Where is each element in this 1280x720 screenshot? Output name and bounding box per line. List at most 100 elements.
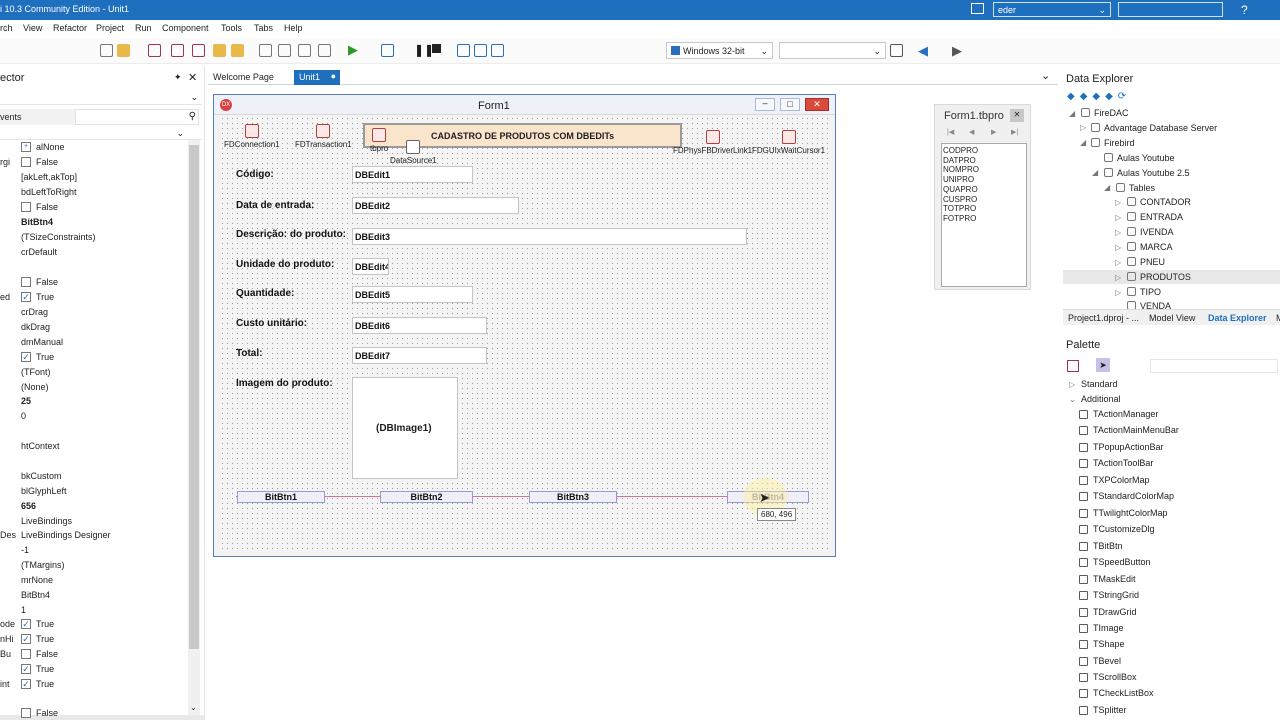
- prop-value[interactable]: True: [36, 679, 54, 689]
- run-without-debug-icon[interactable]: [381, 44, 394, 57]
- checkbox[interactable]: [21, 708, 31, 718]
- checkbox-checked[interactable]: ✓: [21, 664, 31, 674]
- tree-table[interactable]: IVENDA: [1127, 227, 1174, 237]
- collapse-icon[interactable]: ◢: [1092, 168, 1098, 177]
- collapse-icon[interactable]: ⌄: [1069, 395, 1076, 404]
- open-project-icon[interactable]: [213, 44, 226, 57]
- palette-item[interactable]: TCustomizeDlg: [1093, 524, 1155, 534]
- palette-item[interactable]: TBevel: [1093, 656, 1121, 666]
- prop-value[interactable]: BitBtn4: [21, 217, 53, 227]
- checkbox[interactable]: [21, 157, 31, 167]
- palette-item[interactable]: TMaskEdit: [1093, 574, 1136, 584]
- form-client-area[interactable]: [220, 116, 831, 552]
- save-all-icon[interactable]: [171, 44, 184, 57]
- dbedit-custo[interactable]: DBEdit6: [352, 317, 487, 334]
- prop-value[interactable]: blGlyphLeft: [21, 486, 67, 496]
- field-item[interactable]: TOTPRO: [943, 204, 1026, 214]
- palette-item[interactable]: TActionToolBar: [1093, 458, 1153, 468]
- tab-data-explorer[interactable]: Data Explorer: [1208, 313, 1267, 323]
- palette-item[interactable]: TStandardColorMap: [1093, 491, 1174, 501]
- pin-icon[interactable]: ✦: [174, 72, 182, 83]
- tabs-dropdown-icon[interactable]: ⌄: [1041, 69, 1050, 82]
- prop-value[interactable]: LiveBindings Designer: [21, 530, 111, 540]
- dbedit-codigo[interactable]: DBEdit1: [352, 166, 473, 183]
- palette-item[interactable]: TActionManager: [1093, 409, 1158, 419]
- prop-value[interactable]: False: [36, 708, 58, 718]
- field-item[interactable]: UNIPRO: [943, 175, 1026, 185]
- close-icon[interactable]: ✕: [188, 71, 197, 84]
- menu-tools[interactable]: Tools: [221, 23, 242, 33]
- palette-item[interactable]: TTwilightColorMap: [1093, 508, 1168, 518]
- collapse-icon[interactable]: ◢: [1069, 109, 1075, 118]
- field-item[interactable]: NOMPRO: [943, 165, 1026, 175]
- next-record-icon[interactable]: ▶: [991, 128, 996, 136]
- view-unit-icon[interactable]: [298, 44, 311, 57]
- minimize-icon[interactable]: –: [755, 98, 775, 111]
- tree-ads[interactable]: Advantage Database Server: [1091, 123, 1217, 133]
- close-icon[interactable]: ✕: [805, 98, 829, 111]
- run-icon[interactable]: ▶: [348, 42, 358, 58]
- expand-icon[interactable]: ▷: [1069, 380, 1075, 389]
- prop-value[interactable]: [akLeft,akTop]: [21, 172, 77, 182]
- prop-value[interactable]: False: [36, 157, 58, 167]
- checkbox[interactable]: [21, 277, 31, 287]
- tree-table[interactable]: TIPO: [1127, 287, 1161, 297]
- expand-icon[interactable]: ▷: [1115, 243, 1121, 252]
- expand-icon[interactable]: ▷: [1115, 273, 1121, 282]
- prop-value[interactable]: 656: [21, 501, 36, 511]
- prop-value[interactable]: True: [36, 619, 54, 629]
- dbedit-data[interactable]: DBEdit2: [352, 197, 519, 214]
- palette-item[interactable]: TShape: [1093, 639, 1125, 649]
- field-item[interactable]: CUSPRO: [943, 195, 1026, 205]
- collapse-icon[interactable]: ◢: [1080, 138, 1086, 147]
- fields-navigator[interactable]: |◀ ◀ ▶ ▶|: [941, 128, 1026, 141]
- prop-value[interactable]: mrNone: [21, 575, 53, 585]
- prop-value[interactable]: False: [36, 202, 58, 212]
- toggle-form-icon[interactable]: [278, 44, 291, 57]
- tree-table[interactable]: CONTADOR: [1127, 197, 1191, 207]
- field-item[interactable]: FOTPRO: [943, 214, 1026, 224]
- palette-item[interactable]: TPopupActionBar: [1093, 442, 1164, 452]
- field-item[interactable]: DATPRO: [943, 156, 1026, 166]
- checkbox-checked[interactable]: ✓: [21, 292, 31, 302]
- prop-value[interactable]: (None): [21, 382, 49, 392]
- trace-into-icon[interactable]: [474, 44, 487, 57]
- expand-icon[interactable]: ▷: [1115, 228, 1121, 237]
- prop-value[interactable]: LiveBindings: [21, 516, 72, 526]
- first-record-icon[interactable]: |◀: [947, 128, 954, 136]
- palette-item[interactable]: TStringGrid: [1093, 590, 1139, 600]
- palette-item[interactable]: TCheckListBox: [1093, 688, 1154, 698]
- prop-value[interactable]: bdLeftToRight: [21, 187, 77, 197]
- close-icon[interactable]: ✕: [1010, 109, 1024, 122]
- checkbox-checked[interactable]: ✓: [21, 679, 31, 689]
- tree-firebird[interactable]: Firebird: [1091, 138, 1135, 148]
- prop-value[interactable]: (TMargins): [21, 560, 65, 570]
- menu-view[interactable]: View: [23, 23, 42, 33]
- prop-value[interactable]: BitBtn4: [21, 590, 50, 600]
- prop-value[interactable]: 25: [21, 396, 31, 406]
- checkbox-checked[interactable]: ✓: [21, 619, 31, 629]
- dbedit-unidade[interactable]: DBEdit4: [352, 258, 389, 275]
- new-icon[interactable]: [100, 44, 113, 57]
- palette-item[interactable]: TDrawGrid: [1093, 607, 1137, 617]
- bitbtn2[interactable]: BitBtn2: [380, 491, 473, 503]
- copy-icon[interactable]: [259, 44, 272, 57]
- tree-table-clipped[interactable]: VENDA: [1127, 301, 1207, 309]
- tree-table[interactable]: PNEU: [1127, 257, 1165, 267]
- tbpro-component[interactable]: tbpro: [370, 128, 388, 153]
- maximize-icon[interactable]: □: [780, 98, 800, 111]
- prop-value[interactable]: True: [36, 664, 54, 674]
- menu-component[interactable]: Component: [162, 23, 209, 33]
- expand-icon[interactable]: ▷: [1115, 198, 1121, 207]
- desktop-icon[interactable]: [971, 3, 984, 14]
- palette-item[interactable]: TSpeedButton: [1093, 557, 1151, 567]
- explorer-toolbar-icons[interactable]: ◆◆◆◆⟳: [1067, 91, 1131, 102]
- palette-cursor-icon[interactable]: ➤: [1096, 358, 1110, 372]
- device-icon[interactable]: [890, 44, 903, 57]
- expand-icon[interactable]: ▷: [1080, 123, 1086, 132]
- fields-list[interactable]: CODPRO DATPRO NOMPRO UNIPRO QUAPRO CUSPR…: [941, 143, 1027, 287]
- palette-item[interactable]: TScrollBox: [1093, 672, 1137, 682]
- fdconnection-component[interactable]: FDConnection1: [224, 124, 280, 149]
- palette-category-standard[interactable]: Standard: [1081, 379, 1118, 389]
- user-combo[interactable]: eder ⌄: [993, 2, 1111, 17]
